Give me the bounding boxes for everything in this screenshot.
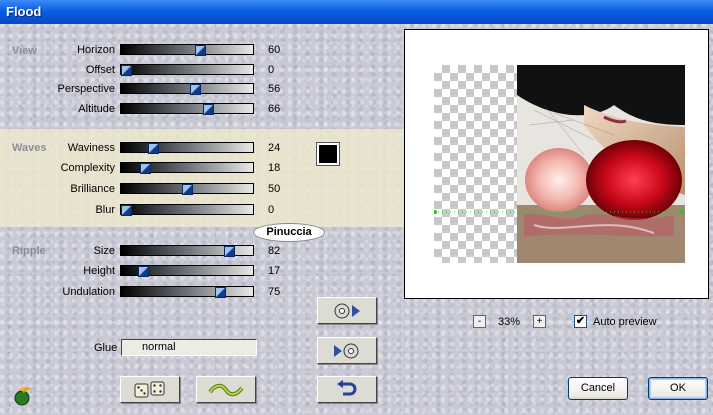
brilliance-value: 50 <box>268 183 281 195</box>
window-title: Flood <box>0 0 713 24</box>
slider-row-size: Size 82 <box>0 244 404 260</box>
slider-row-blur: Blur 0 <box>0 203 404 219</box>
preview-canvas[interactable] <box>434 65 685 263</box>
perspective-label: Perspective <box>57 83 115 95</box>
horizon-slider-thumb[interactable] <box>195 45 206 56</box>
slider-row-brilliance: Brilliance 50 <box>0 182 404 198</box>
randomize-button[interactable] <box>120 376 180 403</box>
slider-row-altitude: Altitude 66 <box>0 102 404 118</box>
cancel-button[interactable]: Cancel <box>568 377 628 400</box>
altitude-label: Altitude <box>78 103 115 115</box>
zoom-in-button[interactable]: + <box>533 315 546 328</box>
slider-row-complexity: Complexity 18 <box>0 161 404 177</box>
plugin-logo-icon <box>12 384 36 406</box>
height-slider-thumb[interactable] <box>138 266 149 277</box>
wave-icon <box>208 383 244 396</box>
complexity-slider[interactable] <box>120 162 254 174</box>
altitude-value: 66 <box>268 103 281 115</box>
altitude-slider[interactable] <box>120 103 254 115</box>
undulation-slider[interactable] <box>120 286 254 298</box>
ok-button[interactable]: OK <box>648 377 708 400</box>
brilliance-slider-thumb[interactable] <box>182 184 193 195</box>
offset-slider-thumb[interactable] <box>121 65 132 76</box>
complexity-value: 18 <box>268 162 281 174</box>
complexity-label: Complexity <box>60 162 115 174</box>
waviness-slider-thumb[interactable] <box>148 143 159 154</box>
slider-row-offset: Offset 0 <box>0 63 404 79</box>
auto-preview-checkbox[interactable]: ✔ <box>574 315 587 328</box>
waviness-slider[interactable] <box>120 142 254 154</box>
wave-color-swatch[interactable] <box>317 143 339 165</box>
disc-arrow-right-icon <box>334 303 360 318</box>
slider-row-waviness: Waviness 24 <box>0 141 404 157</box>
waviness-value: 24 <box>268 142 281 154</box>
zoom-out-button[interactable]: - <box>473 315 486 328</box>
size-value: 82 <box>268 245 281 257</box>
dice-icon <box>134 381 165 397</box>
glue-label: Glue <box>94 342 118 354</box>
reset-button[interactable] <box>317 376 377 403</box>
undulation-slider-thumb[interactable] <box>215 287 226 298</box>
height-label: Height <box>83 265 115 277</box>
undulation-value: 75 <box>268 286 281 298</box>
blur-slider-thumb[interactable] <box>121 205 132 216</box>
preview-panel[interactable] <box>404 29 709 299</box>
horizon-value: 60 <box>268 44 281 56</box>
horizon-label: Horizon <box>77 44 115 56</box>
glue-dropdown[interactable]: normal <box>121 339 257 356</box>
save-preset-button[interactable] <box>317 337 377 364</box>
brilliance-label: Brilliance <box>70 183 115 195</box>
size-slider[interactable] <box>120 245 254 257</box>
slider-row-perspective: Perspective 56 <box>0 82 404 98</box>
height-slider[interactable] <box>120 265 254 277</box>
slider-row-height: Height 17 <box>0 264 404 280</box>
perspective-value: 56 <box>268 83 281 95</box>
blur-value: 0 <box>268 204 275 216</box>
horizon-slider[interactable] <box>120 44 254 56</box>
size-slider-thumb[interactable] <box>224 246 235 257</box>
blur-slider[interactable] <box>120 204 254 216</box>
slider-row-horizon: Horizon 60 <box>0 43 404 59</box>
watermark-label: Pinuccia <box>254 224 324 241</box>
altitude-slider-thumb[interactable] <box>203 104 214 115</box>
offset-value: 0 <box>268 64 275 76</box>
preview-image <box>434 65 685 263</box>
wave-mode-button[interactable] <box>196 376 256 403</box>
arrow-disc-icon <box>334 343 359 358</box>
height-value: 17 <box>268 265 281 277</box>
zoom-level: 33% <box>498 316 521 328</box>
auto-preview-label: Auto preview <box>593 316 657 328</box>
load-preset-button[interactable] <box>317 297 377 324</box>
undo-arrow-icon <box>337 379 357 395</box>
perspective-slider-thumb[interactable] <box>190 84 201 95</box>
offset-slider[interactable] <box>120 64 254 76</box>
brilliance-slider[interactable] <box>120 183 254 195</box>
waviness-label: Waviness <box>67 142 115 154</box>
undulation-label: Undulation <box>62 286 115 298</box>
offset-label: Offset <box>85 64 115 76</box>
blur-label: Blur <box>95 204 115 216</box>
perspective-slider[interactable] <box>120 83 254 95</box>
size-label: Size <box>93 245 115 257</box>
complexity-slider-thumb[interactable] <box>140 163 151 174</box>
